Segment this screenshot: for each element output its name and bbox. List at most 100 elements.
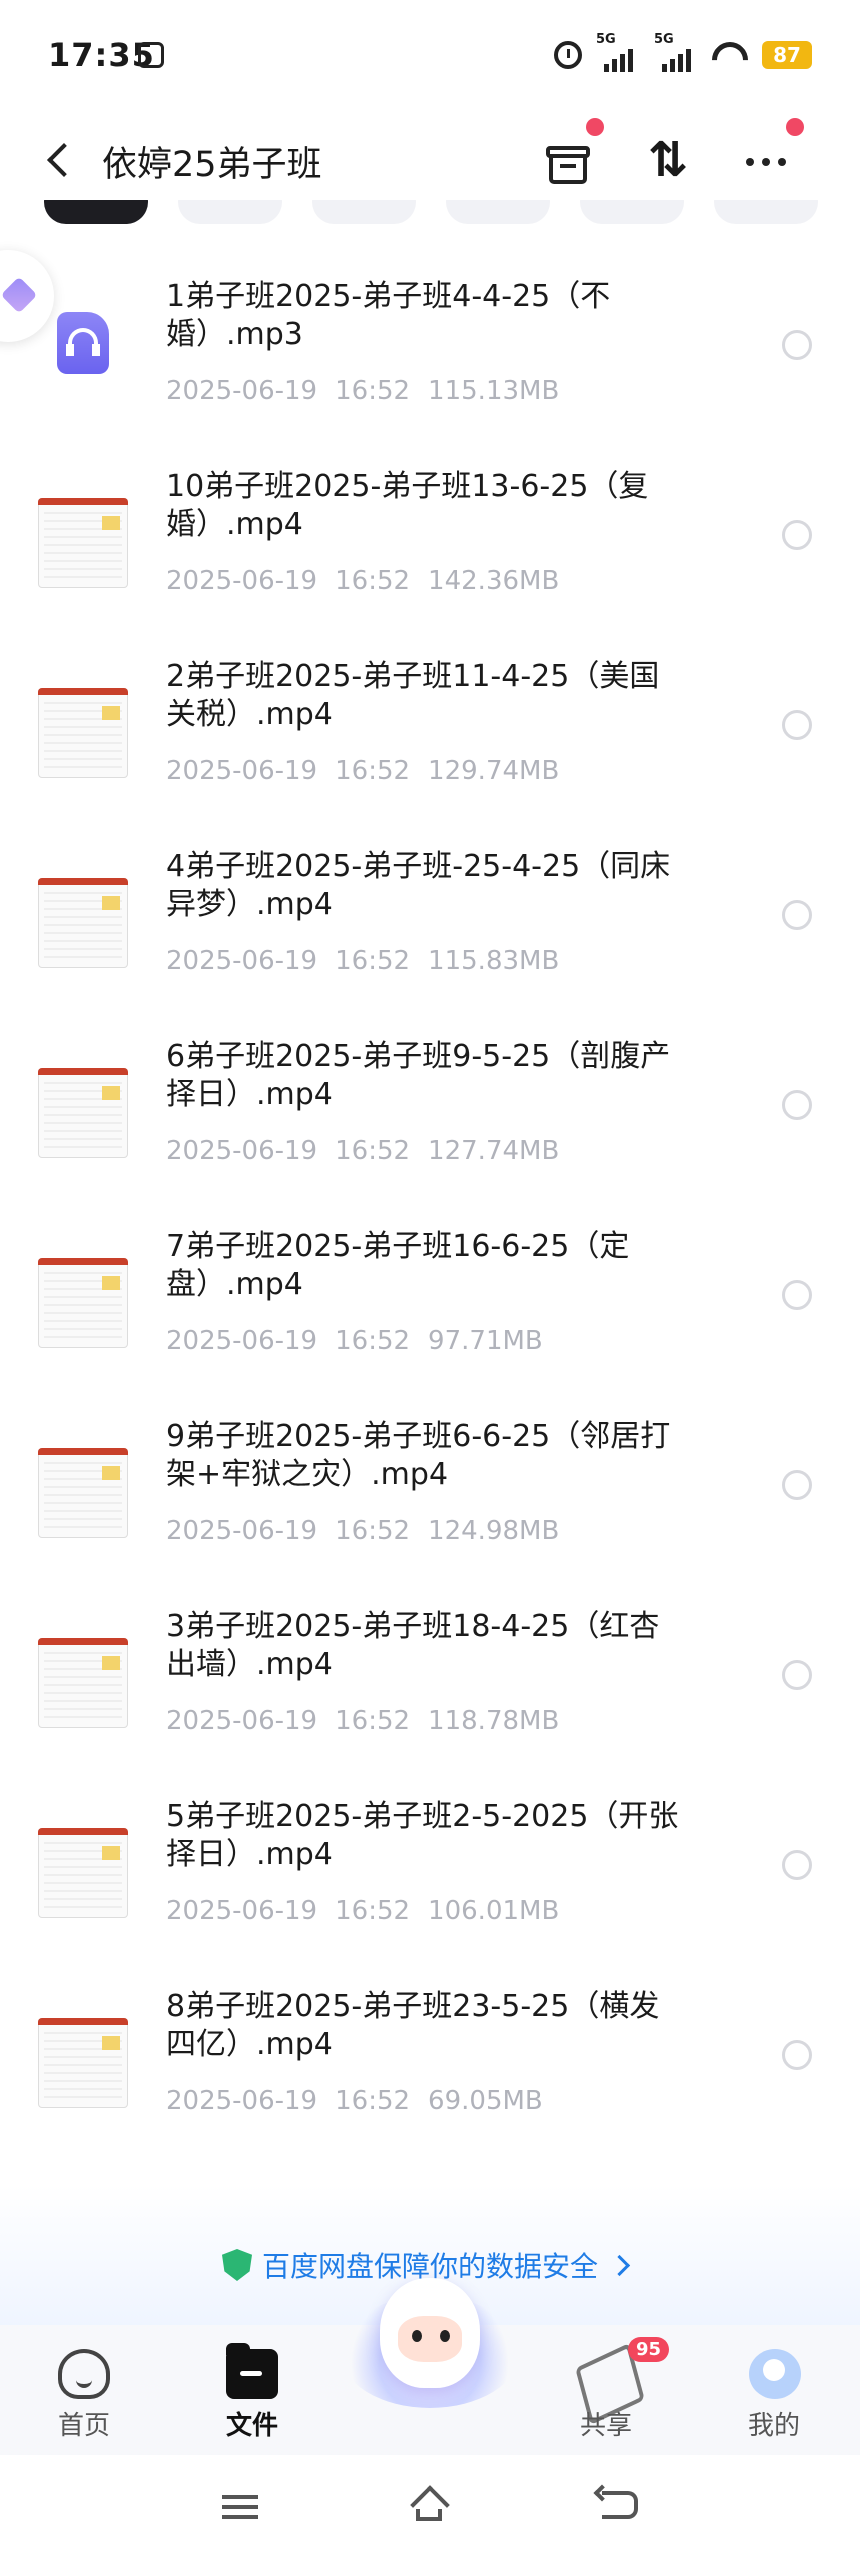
file-time: 16:52 — [335, 376, 411, 406]
network-type-label: 5G — [654, 32, 674, 47]
select-checkbox[interactable] — [782, 710, 812, 740]
file-row[interactable]: 1弟子班2025-弟子班4-4-25（不 婚）.mp3 2025-06-19 16:… — [0, 262, 860, 452]
file-row[interactable]: 8弟子班2025-弟子班23-5-25（横发 四亿）.mp4 2025-06-19… — [0, 1972, 860, 2162]
select-checkbox[interactable] — [782, 2040, 812, 2070]
file-row[interactable]: 3弟子班2025-弟子班18-4-25（红杏 出墙）.mp4 2025-06-19… — [0, 1592, 860, 1782]
file-name: 3弟子班2025-弟子班18-4-25（红杏 出墙）.mp4 — [166, 1609, 660, 1682]
file-meta: 2025-06-19 16:52 106.01MB — [166, 1896, 559, 1926]
nav-me-label: 我的 — [747, 2411, 800, 2441]
file-time: 16:52 — [335, 1516, 411, 1546]
filter-tab[interactable] — [44, 200, 148, 224]
file-row[interactable]: 2弟子班2025-弟子班11-4-25（美国 关税）.mp4 2025-06-19… — [0, 642, 860, 832]
nav-home-label: 首页 — [57, 2411, 110, 2441]
nav-share-label: 共享 — [579, 2411, 632, 2441]
file-size: 129.74MB — [428, 756, 560, 786]
file-row[interactable]: 7弟子班2025-弟子班16-6-25（定 盘）.mp4 2025-06-19 16… — [0, 1212, 860, 1402]
file-name: 2弟子班2025-弟子班11-4-25（美国 关税）.mp4 — [166, 659, 660, 732]
file-meta: 2025-06-19 16:52 129.74MB — [166, 756, 559, 786]
file-size: 127.74MB — [428, 1136, 560, 1166]
select-checkbox[interactable] — [782, 1280, 812, 1310]
file-meta: 2025-06-19 16:52 118.78MB — [166, 1706, 559, 1736]
filter-tab[interactable] — [714, 200, 818, 224]
alarm-icon — [554, 41, 582, 69]
file-size: 115.83MB — [428, 946, 560, 976]
file-size: 97.71MB — [428, 1326, 543, 1356]
archive-button[interactable] — [540, 118, 604, 188]
file-size: 124.98MB — [428, 1516, 560, 1546]
file-time: 16:52 — [335, 2086, 411, 2116]
select-checkbox[interactable] — [782, 330, 812, 360]
file-name: 5弟子班2025-弟子班2-5-2025（开张 择日）.mp4 — [166, 1799, 679, 1872]
status-bar: 17:35 5G 5G 87 — [0, 0, 860, 110]
file-row[interactable]: 10弟子班2025-弟子班13-6-25（复 婚）.mp4 2025-06-19 1… — [0, 452, 860, 642]
file-date: 2025-06-19 — [166, 1326, 318, 1356]
video-thumbnail — [38, 878, 128, 968]
system-nav-bar — [0, 2455, 860, 2560]
file-date: 2025-06-19 — [166, 1516, 318, 1546]
file-date: 2025-06-19 — [166, 376, 318, 406]
file-date: 2025-06-19 — [166, 756, 318, 786]
nav-files[interactable]: 文件 — [192, 2343, 312, 2445]
recent-apps-icon[interactable] — [222, 2495, 258, 2519]
file-date: 2025-06-19 — [166, 1136, 318, 1166]
video-thumbnail — [38, 2018, 128, 2108]
avatar-icon — [749, 2349, 801, 2399]
filter-tab[interactable] — [312, 200, 416, 224]
nav-share[interactable]: 95 共享 — [546, 2337, 670, 2445]
file-row[interactable]: 6弟子班2025-弟子班9-5-25（剖腹产 择日）.mp4 2025-06-19… — [0, 1022, 860, 1212]
sort-icon: ⇅ — [647, 132, 689, 188]
file-time: 16:52 — [335, 946, 411, 976]
file-row[interactable]: 5弟子班2025-弟子班2-5-2025（开张 择日）.mp4 2025-06-1… — [0, 1782, 860, 1972]
notification-dot — [586, 118, 604, 136]
sort-button[interactable]: ⇅ — [640, 132, 696, 188]
assistant-mascot-button[interactable] — [340, 2268, 520, 2418]
video-thumbnail — [38, 498, 128, 588]
battery-indicator: 87 — [762, 41, 812, 69]
filter-tabs — [44, 200, 860, 224]
file-date: 2025-06-19 — [166, 946, 318, 976]
home-button-icon[interactable] — [410, 2489, 448, 2521]
notification-dot — [786, 118, 804, 136]
select-checkbox[interactable] — [782, 1090, 812, 1120]
home-icon — [58, 2349, 110, 2399]
select-checkbox[interactable] — [782, 1470, 812, 1500]
select-checkbox[interactable] — [782, 1850, 812, 1880]
nav-home[interactable]: 首页 — [24, 2345, 144, 2445]
file-meta: 2025-06-19 16:52 115.13MB — [166, 376, 559, 406]
file-meta: 2025-06-19 16:52 97.71MB — [166, 1326, 543, 1356]
video-thumbnail — [38, 1448, 128, 1538]
nav-me[interactable]: 我的 — [714, 2345, 834, 2445]
filter-tab[interactable] — [178, 200, 282, 224]
file-name: 6弟子班2025-弟子班9-5-25（剖腹产 择日）.mp4 — [166, 1039, 671, 1112]
filter-tab[interactable] — [446, 200, 550, 224]
video-thumbnail — [38, 1828, 128, 1918]
select-checkbox[interactable] — [782, 1660, 812, 1690]
file-time: 16:52 — [335, 1136, 411, 1166]
file-size: 106.01MB — [428, 1896, 560, 1926]
file-date: 2025-06-19 — [166, 1706, 318, 1736]
more-options-button[interactable] — [740, 118, 804, 188]
select-checkbox[interactable] — [782, 900, 812, 930]
file-meta: 2025-06-19 16:52 69.05MB — [166, 2086, 543, 2116]
audio-file-icon — [57, 312, 109, 374]
file-name: 1弟子班2025-弟子班4-4-25（不 婚）.mp3 — [166, 279, 611, 352]
status-indicators: 5G 5G 87 — [554, 32, 812, 72]
file-row[interactable]: 9弟子班2025-弟子班6-6-25（邻居打 架+牢狱之灾）.mp4 2025-0… — [0, 1402, 860, 1592]
file-time: 16:52 — [335, 1896, 411, 1926]
network-type-label: 5G — [596, 32, 616, 47]
shield-icon — [222, 2249, 252, 2281]
file-size: 115.13MB — [428, 376, 560, 406]
file-size: 69.05MB — [428, 2086, 543, 2116]
back-icon[interactable] — [42, 140, 78, 180]
video-thumbnail — [38, 1068, 128, 1158]
file-row[interactable]: 4弟子班2025-弟子班-25-4-25（同床 异梦）.mp4 2025-06-1… — [0, 832, 860, 1022]
file-size: 142.36MB — [428, 566, 560, 596]
back-button-icon[interactable] — [602, 2491, 638, 2519]
file-list: 1弟子班2025-弟子班4-4-25（不 婚）.mp3 2025-06-19 16:… — [0, 262, 860, 2162]
select-checkbox[interactable] — [782, 520, 812, 550]
app-notification-icon — [138, 42, 164, 68]
filter-tab[interactable] — [580, 200, 684, 224]
video-thumbnail — [38, 1638, 128, 1728]
file-time: 16:52 — [335, 1326, 411, 1356]
file-name: 7弟子班2025-弟子班16-6-25（定 盘）.mp4 — [166, 1229, 630, 1302]
